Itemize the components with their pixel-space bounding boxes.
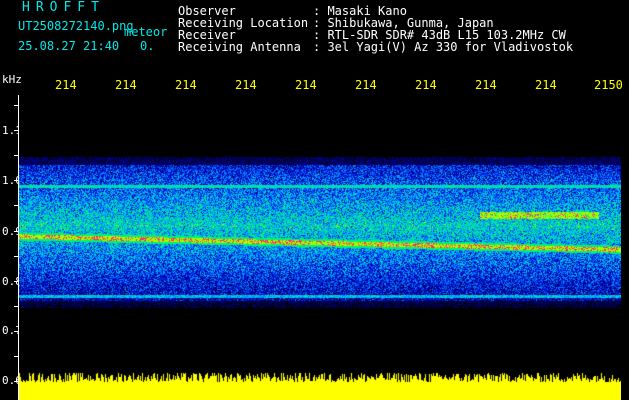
time-label: 214 bbox=[55, 78, 77, 92]
time-label: 214 bbox=[475, 78, 497, 92]
time-label: 214 bbox=[295, 78, 317, 92]
time-label: 214 bbox=[115, 78, 137, 92]
time-label: 2150 bbox=[594, 78, 623, 92]
time-label: 214 bbox=[415, 78, 437, 92]
spectrogram bbox=[19, 95, 621, 400]
time-label: 214 bbox=[355, 78, 377, 92]
time-label: 214 bbox=[235, 78, 257, 92]
file-name: UT2508272140.png bbox=[18, 19, 134, 33]
unit-label: kHz bbox=[2, 73, 22, 86]
antenna-value: : 3el Yagi(V) Az 330 for Vladivostok bbox=[313, 40, 574, 54]
antenna-label: Receiving Antenna bbox=[178, 40, 301, 54]
time-label: 214 bbox=[175, 78, 197, 92]
time-label: 214 bbox=[535, 78, 557, 92]
mode-label: meteor bbox=[124, 25, 168, 39]
echo-count: 0. bbox=[140, 39, 155, 53]
header-title: HROFFT bbox=[22, 0, 105, 15]
date-time: 25.08.27 21:40 bbox=[18, 39, 120, 53]
